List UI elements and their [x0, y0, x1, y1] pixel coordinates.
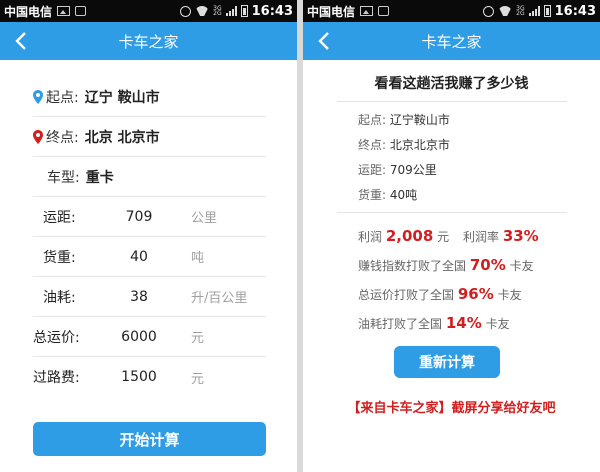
app-title-bar: 卡车之家 — [0, 22, 297, 60]
signal-icon — [528, 6, 540, 16]
distance-label: 运距: — [43, 209, 76, 226]
weight-label: 货重: — [43, 249, 76, 266]
chevron-left-icon — [318, 32, 329, 50]
carrier-name: 中国电信 — [4, 4, 53, 19]
freight-input[interactable]: 6000 — [116, 329, 162, 345]
alarm-icon — [180, 5, 192, 17]
toll-unit: 元 — [191, 371, 205, 387]
end-label: 终点: — [46, 129, 79, 146]
image-notification-icon — [360, 6, 374, 16]
app-title-bar: 卡车之家 — [303, 22, 600, 60]
truck-type-value: 重卡 — [85, 169, 114, 186]
share-hint: 【来自卡车之家】截屏分享给好友吧 — [347, 401, 556, 416]
carrier-name: 中国电信 — [307, 4, 356, 19]
location-pin-icon — [33, 129, 43, 144]
form-field-row: 油耗: 38 升/百公里 — [33, 277, 266, 317]
wifi-icon — [195, 6, 209, 16]
chevron-left-icon — [15, 32, 26, 50]
back-button[interactable] — [10, 30, 32, 52]
freight-rank-value: 96% — [457, 285, 494, 303]
distance-unit: 公里 — [191, 211, 218, 226]
status-bar: 中国电信 3G 2G 16:43 — [303, 0, 600, 22]
margin-value: 33% — [502, 227, 539, 245]
recalculate-button[interactable]: 重新计算 — [394, 346, 500, 378]
fuel-input[interactable]: 38 — [116, 289, 162, 305]
fuel-rank-line: 油耗打败了全国 14% 卡友 — [358, 314, 510, 332]
start-location-row[interactable]: 起点: 辽宁 鞍山市 — [33, 77, 266, 117]
status-bar: 中国电信 3G 2G 16:43 — [0, 0, 297, 22]
toll-label: 过路费: — [33, 370, 80, 386]
fuel-label: 油耗: — [43, 289, 76, 306]
alarm-icon — [483, 5, 495, 17]
network-type: 3G 2G — [516, 5, 525, 17]
freight-unit: 元 — [191, 331, 205, 346]
info-end: 终点: 北京北京市 — [358, 138, 450, 152]
wifi-icon — [498, 6, 512, 16]
start-label: 起点: — [46, 89, 79, 106]
toll-input[interactable]: 1500 — [116, 369, 162, 385]
truck-type-label: 车型: — [47, 169, 80, 186]
fuel-rank-value: 14% — [445, 314, 482, 332]
back-button[interactable] — [313, 30, 335, 52]
distance-input[interactable]: 709 — [116, 209, 162, 225]
profit-line: 利润 2,008 元 利润率 33% — [358, 227, 539, 245]
start-value: 辽宁 鞍山市 — [84, 89, 160, 106]
info-distance: 运距: 709公里 — [358, 163, 437, 177]
status-time: 16:43 — [554, 3, 596, 19]
info-start: 起点: 辽宁鞍山市 — [358, 113, 450, 127]
location-pin-icon — [33, 89, 43, 104]
profit-value: 2,008 — [385, 227, 434, 245]
battery-icon — [240, 5, 248, 17]
form-field-row: 货重: 40 吨 — [33, 237, 266, 277]
start-calculate-button[interactable]: 开始计算 — [33, 422, 266, 456]
battery-icon — [543, 5, 551, 17]
app-notification-icon — [378, 6, 390, 16]
page-title: 卡车之家 — [118, 32, 179, 51]
page-title: 卡车之家 — [421, 32, 482, 51]
info-weight: 货重: 40吨 — [358, 188, 418, 202]
status-time: 16:43 — [251, 3, 293, 19]
result-heading: 看看这趟活我赚了多少钱 — [374, 76, 529, 92]
weight-unit: 吨 — [191, 251, 205, 266]
end-value: 北京 北京市 — [84, 129, 160, 146]
phone-screen-form: 中国电信 3G 2G 16:43 卡车之家 起点: 辽宁 鞍山市 终点: 北京 北… — [0, 0, 297, 472]
weight-input[interactable]: 40 — [116, 249, 162, 265]
divider — [337, 212, 567, 213]
freight-rank-line: 总运价打败了全国 96% 卡友 — [358, 285, 522, 303]
form-field-row: 过路费: 1500 元 — [33, 357, 266, 397]
app-notification-icon — [75, 6, 87, 16]
phone-screen-result: 中国电信 3G 2G 16:43 卡车之家 看看这趟活我赚了多少钱 起点: 辽宁鞍… — [303, 0, 600, 472]
earning-index-value: 70% — [469, 256, 506, 274]
signal-icon — [225, 6, 237, 16]
freight-label: 总运价: — [33, 329, 80, 346]
network-type: 3G 2G — [213, 5, 222, 17]
end-location-row[interactable]: 终点: 北京 北京市 — [33, 117, 266, 157]
divider — [337, 101, 567, 102]
fuel-unit: 升/百公里 — [191, 291, 248, 306]
form-field-row: 总运价: 6000 元 — [33, 317, 266, 357]
truck-type-row[interactable]: 车型: 重卡 — [33, 157, 266, 197]
form-field-row: 运距: 709 公里 — [33, 197, 266, 237]
image-notification-icon — [57, 6, 71, 16]
earning-index-line: 赚钱指数打败了全国 70% 卡友 — [358, 256, 534, 274]
